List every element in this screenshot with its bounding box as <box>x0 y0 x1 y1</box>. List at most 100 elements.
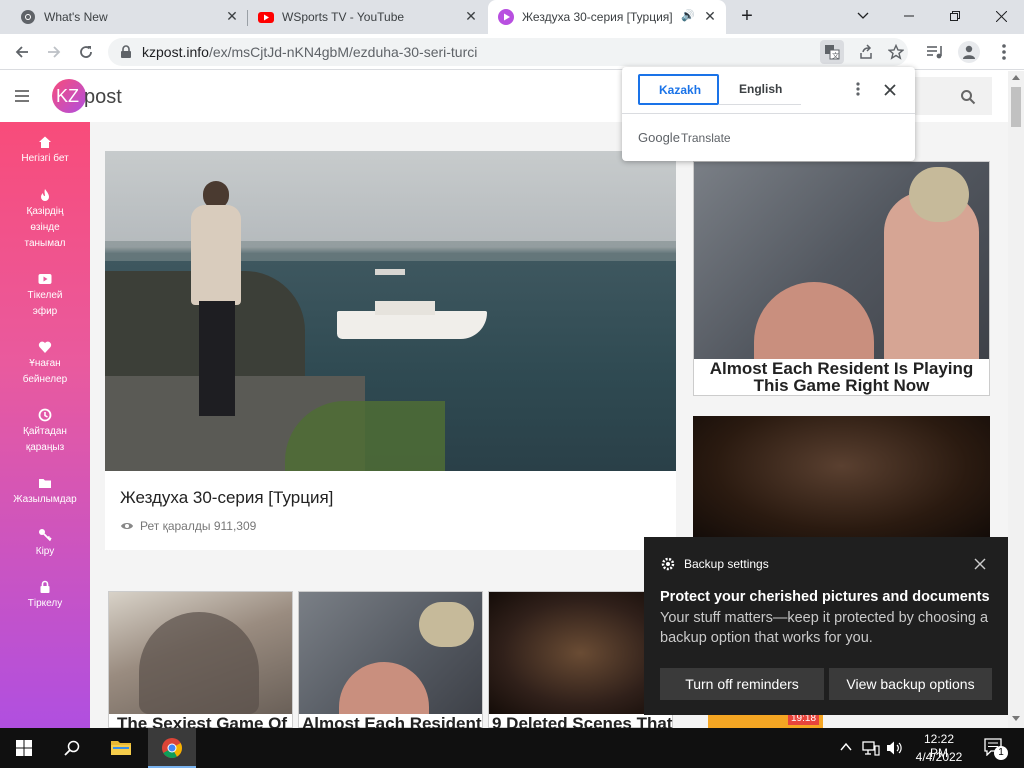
translate-icon[interactable]: 文 <box>820 40 844 64</box>
lang-source-label: Kazakh <box>659 83 702 97</box>
scroll-down-arrow[interactable] <box>1012 716 1020 721</box>
google-brand: Google <box>638 130 680 145</box>
clock-date[interactable]: 4/4/2022 <box>914 750 964 764</box>
sidebar-item-subscriptions[interactable]: Жазылымдар <box>0 476 90 508</box>
lang-english-tab[interactable]: English <box>719 74 801 105</box>
sidebar-item-trending[interactable]: Қазірдің өзінде танымал <box>0 188 90 252</box>
tab-youtube[interactable]: WSports TV - YouTube ✕ <box>238 0 488 34</box>
minimize-button[interactable] <box>886 0 932 32</box>
lang-target-label: English <box>739 82 783 96</box>
sidebar-item-login[interactable]: Кіру <box>0 528 90 560</box>
live-icon <box>38 274 52 284</box>
chrome-taskbar-button[interactable] <box>148 728 196 768</box>
sidebar-item-register[interactable]: Тіркелу <box>0 580 90 612</box>
toast-close-icon[interactable] <box>974 557 986 570</box>
site-logo[interactable]: KZ <box>52 79 86 113</box>
scroll-up-arrow[interactable] <box>1012 75 1020 80</box>
restore-button[interactable] <box>932 0 978 32</box>
lang-kazakh-tab[interactable]: Kazakh <box>638 74 719 105</box>
bookmark-star-icon[interactable] <box>888 44 904 60</box>
site-search-box[interactable] <box>910 77 992 115</box>
folder-icon <box>39 479 51 488</box>
sidebar-item-home[interactable]: Негізгі бет <box>0 135 90 167</box>
search-button[interactable] <box>48 728 96 768</box>
address-bar[interactable]: kzpost.info/ex/msCjtJd-nKN4gbM/ezduha-30… <box>108 38 908 66</box>
browser-toolbar: kzpost.info/ex/msCjtJd-nKN4gbM/ezduha-30… <box>0 34 1024 70</box>
sidebar-item-live[interactable]: Тікелей эфир <box>0 272 90 320</box>
history-icon <box>38 408 52 422</box>
sidebar-item-label: Тікелей эфир <box>27 290 63 317</box>
card-title: Almost Each Resident <box>302 714 482 728</box>
url-domain: kzpost.info <box>142 44 209 60</box>
tab-active-video[interactable]: Жездуха 30-серия [Турция] 🔊 ✕ <box>488 0 726 34</box>
lock-icon[interactable] <box>120 45 132 59</box>
media-control-icon[interactable] <box>926 44 944 60</box>
translate-close-icon[interactable] <box>884 83 896 96</box>
reload-button[interactable] <box>72 38 100 66</box>
notification-center-button[interactable]: 1 <box>980 736 1008 760</box>
close-tab-icon[interactable]: ✕ <box>463 8 479 24</box>
sidebar-item-liked[interactable]: Ұнаған бейнелер <box>0 340 90 388</box>
file-explorer-button[interactable] <box>98 728 146 768</box>
network-icon[interactable] <box>862 740 880 756</box>
flame-icon <box>41 189 49 201</box>
boat-cabin <box>375 301 435 315</box>
ad-figure-hair <box>909 167 969 222</box>
profile-avatar[interactable] <box>958 41 980 63</box>
toast-header: Backup settings <box>684 557 769 571</box>
turn-off-reminders-button[interactable]: Turn off reminders <box>660 668 824 700</box>
sidebar-item-history[interactable]: Қайтадан қараңыз <box>0 408 90 456</box>
sidebar-item-label: Негізгі бет <box>21 153 69 164</box>
url-text[interactable]: kzpost.info/ex/msCjtJd-nKN4gbM/ezduha-30… <box>142 44 477 60</box>
menu-kebab-icon[interactable] <box>996 42 1012 62</box>
back-button[interactable] <box>8 38 36 66</box>
right-ad-card[interactable]: Almost Each Resident Is Playing This Gam… <box>693 161 990 396</box>
tab-search-icon[interactable] <box>840 0 886 32</box>
translate-service-label: Translate <box>681 131 731 145</box>
chevron-up-icon[interactable] <box>840 742 852 752</box>
person-coat <box>191 205 241 305</box>
volume-icon[interactable] <box>886 740 904 756</box>
folder-icon <box>111 741 131 755</box>
scroll-thumb[interactable] <box>1011 87 1021 127</box>
toast-title: Protect your cherished pictures and docu… <box>660 589 990 605</box>
view-backup-options-button[interactable]: View backup options <box>829 668 992 700</box>
video-player[interactable] <box>105 151 676 471</box>
sidebar-item-label: Қазірдің өзінде танымал <box>24 206 66 249</box>
search-icon[interactable] <box>960 89 976 105</box>
new-tab-button[interactable]: + <box>725 0 769 32</box>
ad-title: Almost Each Resident Is Playing This Gam… <box>709 359 974 395</box>
card-thumbnail[interactable] <box>299 592 482 714</box>
right-ad-card-2[interactable] <box>693 416 990 541</box>
main-video-card: Жездуха 30-серия [Турция] Рет қаралды 91… <box>105 151 676 550</box>
distant-boat <box>375 269 405 275</box>
share-icon[interactable] <box>858 44 874 60</box>
bottom-card[interactable]: Almost Each Resident <box>298 591 483 728</box>
card-figure-shape <box>339 662 429 714</box>
close-tab-icon[interactable]: ✕ <box>702 8 718 24</box>
windows-taskbar: 12:22 PM 4/4/2022 1 <box>0 728 1024 768</box>
logo-kz-text: KZ <box>56 86 80 106</box>
chrome-icon <box>21 10 35 24</box>
card-title: 9 Deleted Scenes That <box>492 714 673 728</box>
card-thumbnail[interactable] <box>109 592 292 714</box>
close-window-button[interactable] <box>978 0 1024 32</box>
tab-whats-new[interactable]: What's New ✕ <box>0 0 248 34</box>
start-button[interactable] <box>0 728 48 768</box>
translate-options-icon[interactable] <box>854 81 862 97</box>
sidebar-item-label: Тіркелу <box>27 598 63 609</box>
chrome-icon <box>162 738 182 758</box>
ad-thumbnail[interactable] <box>694 162 989 359</box>
divider <box>622 113 915 114</box>
speaker-icon[interactable]: 🔊 <box>680 8 696 24</box>
ad-thumbnail[interactable] <box>693 416 990 541</box>
browser-tab-strip: What's New ✕ WSports TV - YouTube ✕ Жезд… <box>0 0 1024 34</box>
home-icon <box>39 136 51 148</box>
hamburger-menu-icon[interactable] <box>12 86 32 106</box>
bottom-card[interactable]: The Sexiest Game Of <box>108 591 293 728</box>
eye-icon <box>121 523 133 529</box>
notification-count-badge: 1 <box>994 746 1008 760</box>
forward-button[interactable] <box>40 38 68 66</box>
page-scrollbar[interactable] <box>1008 71 1024 728</box>
sidebar-item-label: Жазылымдар <box>13 494 77 505</box>
